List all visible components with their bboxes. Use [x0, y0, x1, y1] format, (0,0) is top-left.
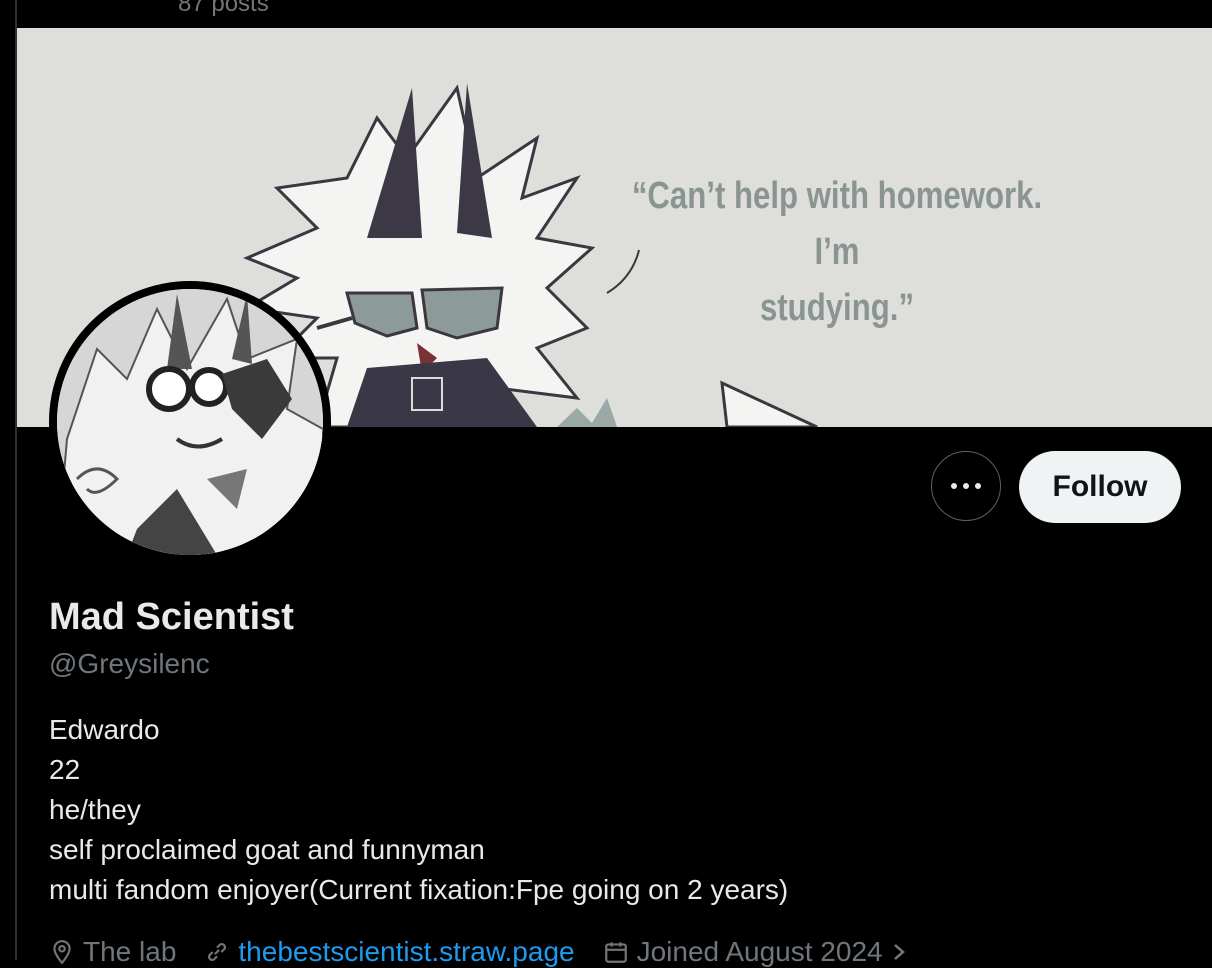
profile-meta: The lab thebestscientist.straw.page Join… [49, 936, 945, 968]
banner-quote: “Can’t help with homework. I’m studying.… [607, 168, 1066, 336]
chevron-right-icon [893, 944, 905, 960]
more-options-button[interactable] [931, 451, 1001, 521]
avatar-image [57, 289, 323, 555]
bio-line: he/they [49, 794, 141, 825]
bio-line: self proclaimed goat and funnyman [49, 834, 485, 865]
bio-line: 22 [49, 754, 81, 785]
bio: Edwardo 22 he/they self proclaimed goat … [49, 710, 788, 910]
avatar[interactable] [49, 281, 331, 563]
bio-line: multi fandom enjoyer(Current fixation:Fp… [49, 874, 789, 905]
calendar-icon [604, 942, 627, 963]
user-handle: @Greysilenc [49, 648, 210, 679]
banner-quote-line-2: studying.” [759, 287, 915, 329]
post-count: 87 posts [178, 0, 269, 17]
follow-button[interactable]: Follow [1019, 451, 1181, 523]
profile-top-bar: 87 posts [17, 0, 1212, 28]
website[interactable]: thebestscientist.straw.page [204, 936, 575, 968]
location-text: The lab [83, 936, 177, 967]
display-name: Mad Scientist [49, 596, 294, 638]
ellipsis-icon [951, 483, 981, 489]
location: The lab [49, 936, 176, 968]
bio-line: Edwardo [49, 714, 160, 745]
website-link[interactable]: thebestscientist.straw.page [238, 936, 574, 968]
location-pin-icon [53, 940, 71, 965]
joined-date[interactable]: Joined August 2024 [603, 936, 917, 968]
link-icon [208, 943, 227, 961]
banner-quote-line-1: “Can’t help with homework. I’m [631, 175, 1043, 273]
joined-text: Joined August 2024 [636, 936, 883, 967]
